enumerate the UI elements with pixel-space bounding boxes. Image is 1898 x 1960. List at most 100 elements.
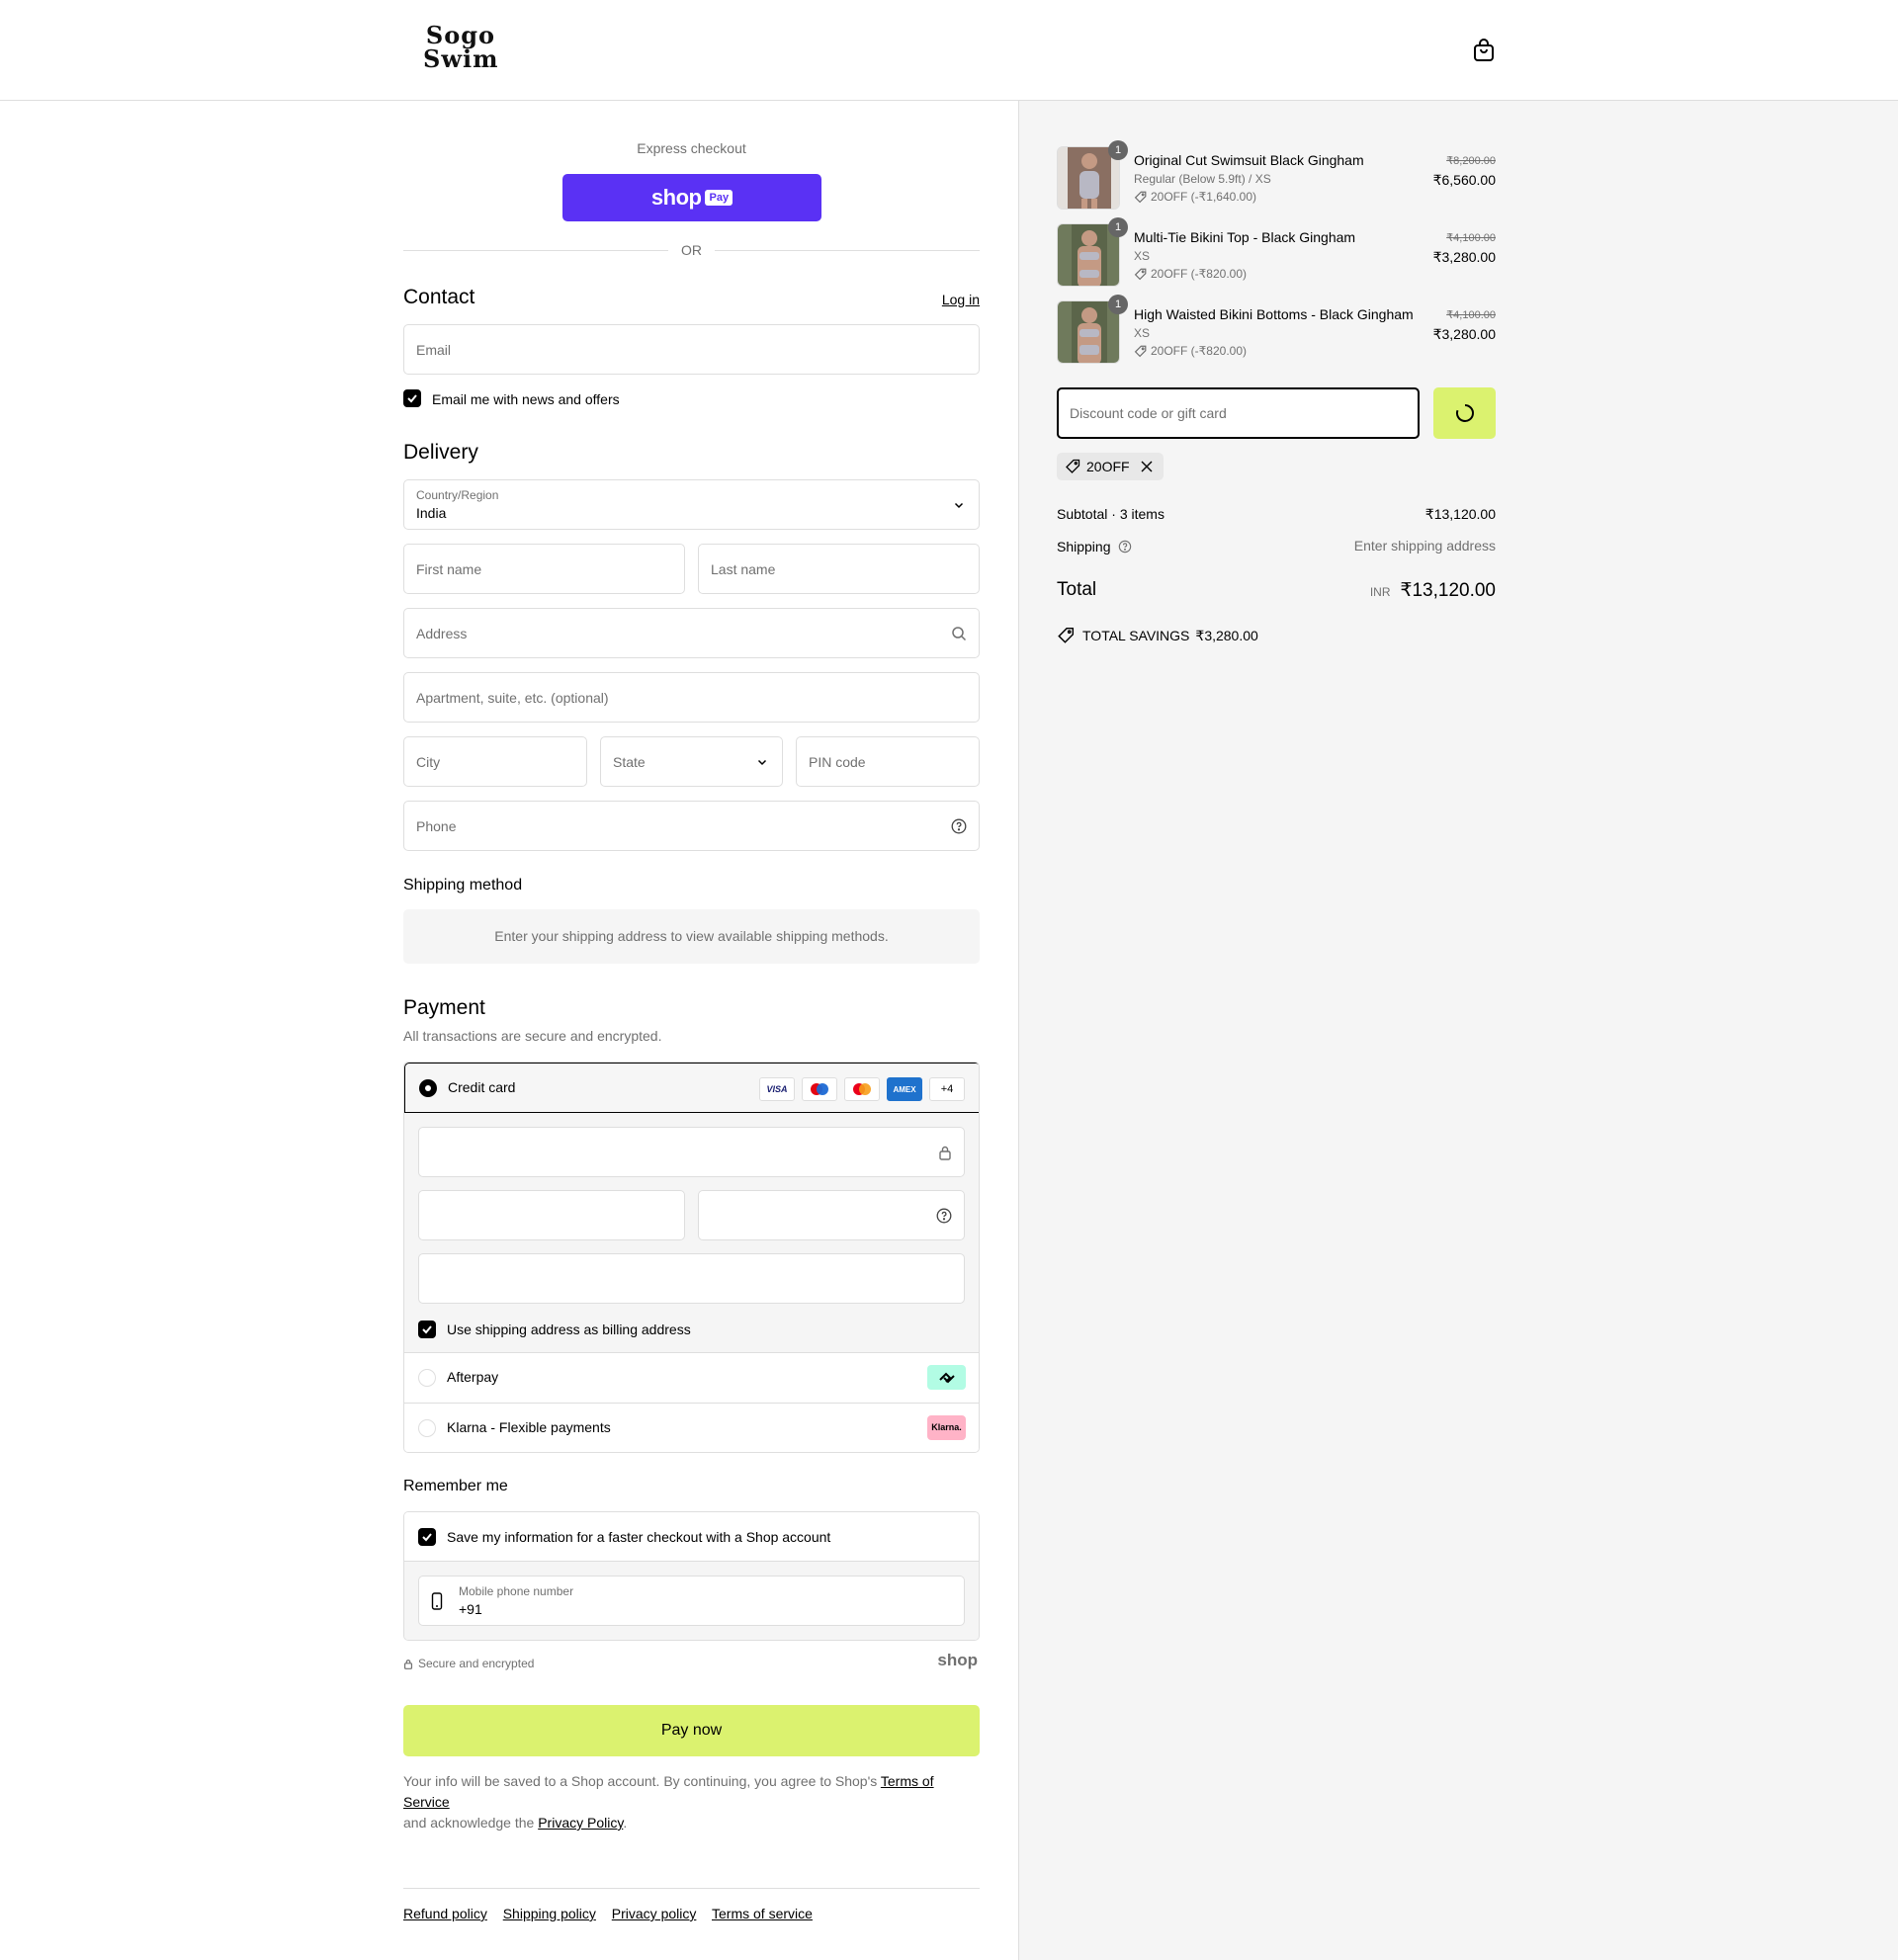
city-placeholder: City [416,754,441,770]
shipping-policy-link[interactable]: Shipping policy [503,1906,596,1921]
quantity-badge: 1 [1108,295,1128,314]
chevron-down-icon [954,502,964,509]
line-discount-text: 20OFF (-₹820.00) [1151,344,1248,358]
subtotal-row: Subtotal · 3 items ₹13,120.00 [1057,506,1496,522]
city-field[interactable]: City [403,736,587,787]
tag-icon [1134,191,1147,203]
state-select[interactable]: State [600,736,783,787]
store-logo[interactable]: Sogo Swim [423,24,498,71]
discount-code-input[interactable]: Discount code or gift card [1057,387,1420,439]
quantity-badge: 1 [1108,140,1128,160]
klarna-radio[interactable] [418,1419,436,1437]
secure-encrypted-text: Secure and encrypted [418,1657,535,1670]
total-amount: INR ₹13,120.00 [1370,579,1496,602]
address-field[interactable]: Address [403,608,980,658]
privacy-policy-footer-link[interactable]: Privacy policy [612,1906,697,1921]
shipping-method-heading: Shipping method [403,877,523,894]
first-name-placeholder: First name [416,561,482,577]
country-select[interactable]: Country/Region India [403,479,980,530]
login-link[interactable]: Log in [942,292,980,307]
afterpay-logo-icon [927,1365,966,1390]
payment-methods: Credit card VISA AMEX +4 Use shipping ad… [403,1062,980,1453]
email-field[interactable]: Email [403,324,980,375]
mobile-phone-field[interactable]: Mobile phone number +91 [418,1576,965,1626]
security-code-field[interactable] [698,1190,965,1240]
apartment-field[interactable]: Apartment, suite, etc. (optional) [403,672,980,723]
expiration-date-field[interactable] [418,1190,685,1240]
secure-encrypted-note: Secure and encrypted [403,1657,534,1670]
product-name: Multi-Tie Bikini Top - Black Gingham [1134,229,1356,245]
shop-pay-button[interactable]: shop Pay [562,174,821,221]
product-name: Original Cut Swimsuit Black Gingham [1134,152,1364,168]
apply-discount-button[interactable] [1433,387,1496,439]
remember-me-heading: Remember me [403,1478,508,1494]
credit-card-fields: Use shipping address as billing address [404,1113,979,1352]
remember-me-box: Save my information for a faster checkou… [403,1511,980,1641]
afterpay-radio[interactable] [418,1369,436,1387]
billing-address-checkbox[interactable] [418,1321,436,1338]
maestro-icon [802,1077,837,1101]
card-number-field[interactable] [418,1127,965,1177]
newsletter-checkbox[interactable] [403,389,421,407]
delivery-heading: Delivery [403,441,478,464]
payment-option-credit-card[interactable]: Credit card VISA AMEX +4 [404,1063,979,1113]
remember-me-option: Save my information for a faster checkou… [404,1512,979,1562]
remove-discount-icon[interactable] [1140,460,1154,473]
loading-spinner-icon [1455,404,1474,422]
name-on-card-field[interactable] [418,1253,965,1304]
line-discount: 20OFF (-₹1,640.00) [1134,190,1256,204]
total-value: ₹13,120.00 [1400,580,1496,601]
tag-icon [1058,627,1075,643]
privacy-policy-link[interactable]: Privacy Policy [538,1815,623,1831]
last-name-field[interactable]: Last name [698,544,980,594]
shipping-row: Shipping Enter shipping address [1057,538,1496,554]
help-circle-icon[interactable] [951,818,967,834]
footer-divider [403,1888,980,1889]
line-discount: 20OFF (-₹820.00) [1134,267,1247,281]
shipping-value: Enter shipping address [1353,538,1496,554]
product-variant: XS [1134,249,1151,263]
afterpay-label: Afterpay [447,1369,499,1385]
total-savings-row: TOTAL SAVINGS ₹3,280.00 [1057,627,1496,644]
original-price: ₹8,200.00 [1446,155,1496,167]
total-label: Total [1057,579,1097,600]
pin-code-field[interactable]: PIN code [796,736,980,787]
save-info-checkbox[interactable] [418,1528,436,1546]
discounted-price: ₹6,560.00 [1432,172,1496,188]
lock-icon [403,1659,413,1669]
payment-option-klarna[interactable]: Klarna - Flexible payments Klarna. [404,1403,979,1452]
original-price: ₹4,100.00 [1446,309,1496,321]
search-icon [952,627,967,641]
country-value: India [416,505,447,521]
chevron-down-icon [757,759,767,766]
mobile-phone-section: Mobile phone number +91 [404,1562,979,1640]
total-currency: INR [1369,585,1391,599]
help-circle-icon[interactable] [1118,540,1132,554]
state-placeholder: State [613,754,646,770]
product-variant: XS [1134,326,1151,340]
checkmark-icon [422,1533,432,1542]
or-text: OR [681,242,702,258]
more-cards-badge: +4 [929,1077,965,1101]
line-discount-text: 20OFF (-₹1,640.00) [1151,190,1257,204]
refund-policy-link[interactable]: Refund policy [403,1906,487,1921]
phone-field[interactable]: Phone [403,801,980,851]
shipping-label: Shipping [1057,539,1111,554]
mastercard-icon [844,1077,880,1101]
terms-text-3: . [623,1815,628,1831]
contact-heading: Contact [403,286,475,308]
terms-text-1: Your info will be saved to a Shop accoun… [403,1773,881,1789]
cart-bag-icon[interactable] [1472,38,1496,63]
total-savings-label: TOTAL SAVINGS [1082,628,1190,643]
lock-icon [939,1146,951,1160]
payment-option-afterpay[interactable]: Afterpay [404,1352,979,1403]
subtotal-value: ₹13,120.00 [1424,506,1496,522]
terms-of-service-footer-link[interactable]: Terms of service [712,1906,813,1921]
first-name-field[interactable]: First name [403,544,685,594]
pay-now-button[interactable]: Pay now [403,1705,980,1756]
mobile-phone-icon [431,1592,443,1610]
tag-icon [1134,345,1147,357]
help-circle-icon[interactable] [936,1208,952,1224]
discount-code-placeholder: Discount code or gift card [1070,405,1227,421]
credit-card-radio[interactable] [419,1079,437,1097]
